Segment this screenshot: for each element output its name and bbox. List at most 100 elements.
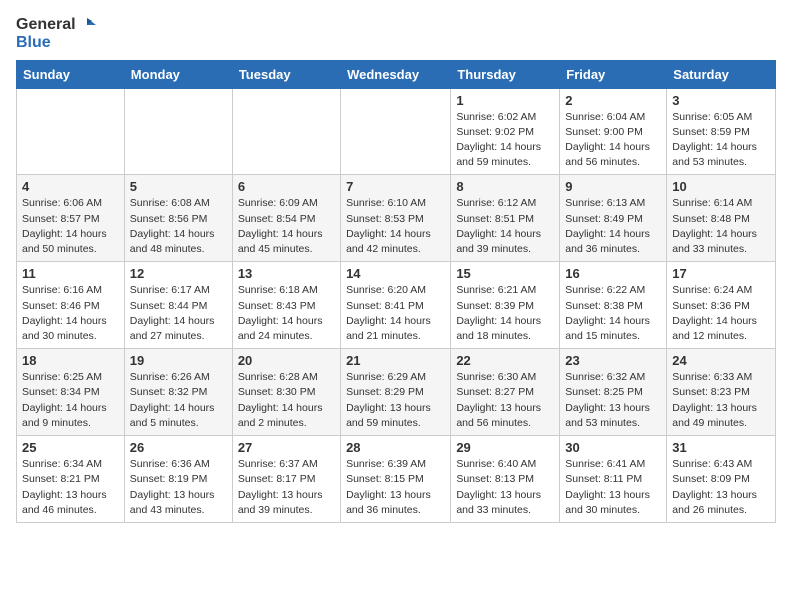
day-info: Sunrise: 6:36 AM Sunset: 8:19 PM Dayligh… [130, 457, 227, 518]
day-number: 11 [22, 266, 119, 281]
day-info: Sunrise: 6:17 AM Sunset: 8:44 PM Dayligh… [130, 283, 227, 344]
calendar-cell: 24 Sunrise: 6:33 AM Sunset: 8:23 PM Dayli… [667, 349, 776, 436]
calendar-cell: 26 Sunrise: 6:36 AM Sunset: 8:19 PM Dayli… [124, 436, 232, 523]
calendar-cell: 22 Sunrise: 6:30 AM Sunset: 8:27 PM Dayli… [451, 349, 560, 436]
day-header-sunday: Sunday [17, 60, 125, 88]
day-info: Sunrise: 6:02 AM Sunset: 9:02 PM Dayligh… [456, 110, 554, 171]
day-number: 21 [346, 353, 445, 368]
day-number: 28 [346, 440, 445, 455]
day-header-friday: Friday [560, 60, 667, 88]
day-info: Sunrise: 6:25 AM Sunset: 8:34 PM Dayligh… [22, 370, 119, 431]
logo-container: General Blue [16, 16, 96, 52]
calendar-week-row: 4 Sunrise: 6:06 AM Sunset: 8:57 PM Daylig… [17, 175, 776, 262]
day-info: Sunrise: 6:10 AM Sunset: 8:53 PM Dayligh… [346, 196, 445, 257]
calendar-cell: 19 Sunrise: 6:26 AM Sunset: 8:32 PM Dayli… [124, 349, 232, 436]
calendar-cell [341, 88, 451, 175]
day-number: 6 [238, 179, 335, 194]
calendar-cell: 13 Sunrise: 6:18 AM Sunset: 8:43 PM Dayli… [232, 262, 340, 349]
calendar-header-row: SundayMondayTuesdayWednesdayThursdayFrid… [17, 60, 776, 88]
day-info: Sunrise: 6:08 AM Sunset: 8:56 PM Dayligh… [130, 196, 227, 257]
day-info: Sunrise: 6:13 AM Sunset: 8:49 PM Dayligh… [565, 196, 661, 257]
day-info: Sunrise: 6:40 AM Sunset: 8:13 PM Dayligh… [456, 457, 554, 518]
calendar-cell: 1 Sunrise: 6:02 AM Sunset: 9:02 PM Daylig… [451, 88, 560, 175]
day-info: Sunrise: 6:29 AM Sunset: 8:29 PM Dayligh… [346, 370, 445, 431]
day-number: 9 [565, 179, 661, 194]
calendar-cell: 30 Sunrise: 6:41 AM Sunset: 8:11 PM Dayli… [560, 436, 667, 523]
calendar-table: SundayMondayTuesdayWednesdayThursdayFrid… [16, 60, 776, 523]
calendar-cell: 11 Sunrise: 6:16 AM Sunset: 8:46 PM Dayli… [17, 262, 125, 349]
day-number: 13 [238, 266, 335, 281]
day-info: Sunrise: 6:41 AM Sunset: 8:11 PM Dayligh… [565, 457, 661, 518]
day-info: Sunrise: 6:43 AM Sunset: 8:09 PM Dayligh… [672, 457, 770, 518]
day-number: 20 [238, 353, 335, 368]
day-number: 12 [130, 266, 227, 281]
day-info: Sunrise: 6:28 AM Sunset: 8:30 PM Dayligh… [238, 370, 335, 431]
logo-blue: Blue [16, 34, 96, 52]
day-number: 30 [565, 440, 661, 455]
day-info: Sunrise: 6:34 AM Sunset: 8:21 PM Dayligh… [22, 457, 119, 518]
day-number: 7 [346, 179, 445, 194]
day-info: Sunrise: 6:32 AM Sunset: 8:25 PM Dayligh… [565, 370, 661, 431]
calendar-cell: 29Sunrise: 6:40 AM Sunset: 8:13 PM Dayli… [451, 436, 560, 523]
calendar-week-row: 1 Sunrise: 6:02 AM Sunset: 9:02 PM Daylig… [17, 88, 776, 175]
day-number: 22 [456, 353, 554, 368]
day-info: Sunrise: 6:05 AM Sunset: 8:59 PM Dayligh… [672, 110, 770, 171]
day-header-tuesday: Tuesday [232, 60, 340, 88]
calendar-cell: 6 Sunrise: 6:09 AM Sunset: 8:54 PM Daylig… [232, 175, 340, 262]
calendar-cell: 4 Sunrise: 6:06 AM Sunset: 8:57 PM Daylig… [17, 175, 125, 262]
day-info: Sunrise: 6:33 AM Sunset: 8:23 PM Dayligh… [672, 370, 770, 431]
day-number: 27 [238, 440, 335, 455]
calendar-cell: 23 Sunrise: 6:32 AM Sunset: 8:25 PM Dayli… [560, 349, 667, 436]
day-number: 1 [456, 93, 554, 108]
day-number: 16 [565, 266, 661, 281]
day-number: 19 [130, 353, 227, 368]
calendar-week-row: 11 Sunrise: 6:16 AM Sunset: 8:46 PM Dayli… [17, 262, 776, 349]
calendar-cell: 25 Sunrise: 6:34 AM Sunset: 8:21 PM Dayli… [17, 436, 125, 523]
day-info: Sunrise: 6:09 AM Sunset: 8:54 PM Dayligh… [238, 196, 335, 257]
day-header-thursday: Thursday [451, 60, 560, 88]
day-info: Sunrise: 6:16 AM Sunset: 8:46 PM Dayligh… [22, 283, 119, 344]
day-number: 24 [672, 353, 770, 368]
logo: General Blue [16, 16, 96, 52]
day-info: Sunrise: 6:37 AM Sunset: 8:17 PM Dayligh… [238, 457, 335, 518]
calendar-cell: 7 Sunrise: 6:10 AM Sunset: 8:53 PM Daylig… [341, 175, 451, 262]
calendar-cell: 16 Sunrise: 6:22 AM Sunset: 8:38 PM Dayli… [560, 262, 667, 349]
calendar-cell: 8Sunrise: 6:12 AM Sunset: 8:51 PM Daylig… [451, 175, 560, 262]
day-number: 25 [22, 440, 119, 455]
day-number: 15 [456, 266, 554, 281]
day-info: Sunrise: 6:06 AM Sunset: 8:57 PM Dayligh… [22, 196, 119, 257]
logo-bird-icon [78, 16, 96, 34]
day-number: 26 [130, 440, 227, 455]
day-info: Sunrise: 6:39 AM Sunset: 8:15 PM Dayligh… [346, 457, 445, 518]
day-info: Sunrise: 6:22 AM Sunset: 8:38 PM Dayligh… [565, 283, 661, 344]
day-info: Sunrise: 6:20 AM Sunset: 8:41 PM Dayligh… [346, 283, 445, 344]
day-info: Sunrise: 6:30 AM Sunset: 8:27 PM Dayligh… [456, 370, 554, 431]
calendar-cell [17, 88, 125, 175]
calendar-week-row: 18 Sunrise: 6:25 AM Sunset: 8:34 PM Dayli… [17, 349, 776, 436]
day-number: 2 [565, 93, 661, 108]
day-number: 3 [672, 93, 770, 108]
calendar-cell: 20 Sunrise: 6:28 AM Sunset: 8:30 PM Dayli… [232, 349, 340, 436]
day-number: 4 [22, 179, 119, 194]
logo-general: General [16, 16, 76, 34]
calendar-cell: 31Sunrise: 6:43 AM Sunset: 8:09 PM Dayli… [667, 436, 776, 523]
day-info: Sunrise: 6:26 AM Sunset: 8:32 PM Dayligh… [130, 370, 227, 431]
day-number: 10 [672, 179, 770, 194]
day-number: 14 [346, 266, 445, 281]
day-header-saturday: Saturday [667, 60, 776, 88]
day-info: Sunrise: 6:18 AM Sunset: 8:43 PM Dayligh… [238, 283, 335, 344]
calendar-cell: 27 Sunrise: 6:37 AM Sunset: 8:17 PM Dayli… [232, 436, 340, 523]
calendar-cell: 18 Sunrise: 6:25 AM Sunset: 8:34 PM Dayli… [17, 349, 125, 436]
day-number: 18 [22, 353, 119, 368]
calendar-cell: 3 Sunrise: 6:05 AM Sunset: 8:59 PM Daylig… [667, 88, 776, 175]
calendar-cell [232, 88, 340, 175]
day-info: Sunrise: 6:21 AM Sunset: 8:39 PM Dayligh… [456, 283, 554, 344]
day-info: Sunrise: 6:12 AM Sunset: 8:51 PM Dayligh… [456, 196, 554, 257]
day-number: 17 [672, 266, 770, 281]
page-header: General Blue [16, 16, 776, 52]
day-header-wednesday: Wednesday [341, 60, 451, 88]
day-number: 23 [565, 353, 661, 368]
calendar-cell: 2Sunrise: 6:04 AM Sunset: 9:00 PM Daylig… [560, 88, 667, 175]
calendar-cell: 5Sunrise: 6:08 AM Sunset: 8:56 PM Daylig… [124, 175, 232, 262]
day-info: Sunrise: 6:14 AM Sunset: 8:48 PM Dayligh… [672, 196, 770, 257]
